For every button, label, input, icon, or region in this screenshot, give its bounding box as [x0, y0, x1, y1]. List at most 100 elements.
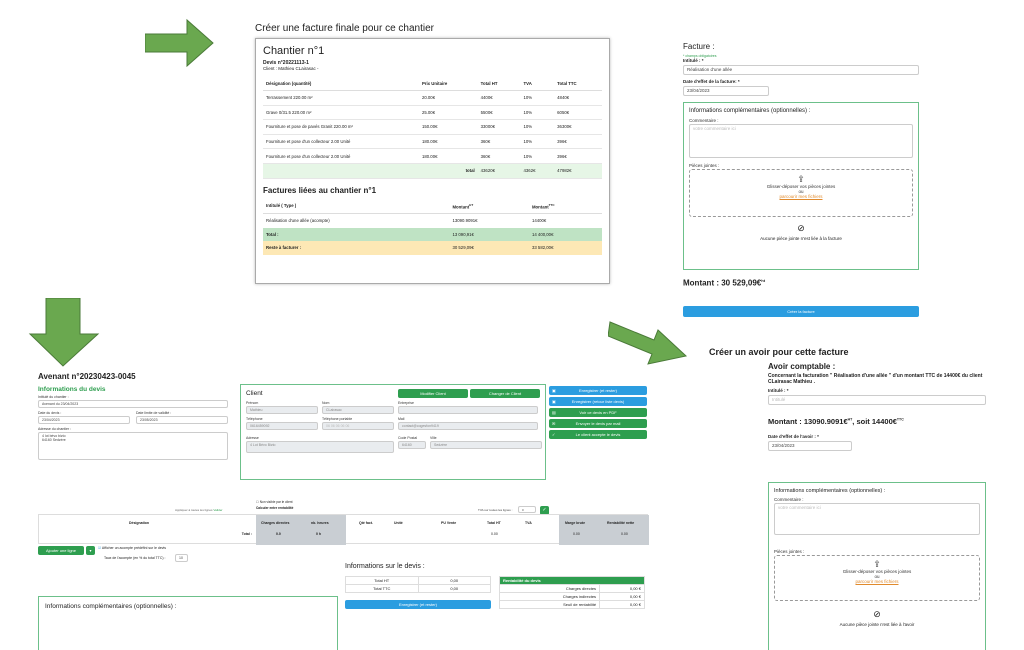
- pdf-label: Voir ce devis en PDF: [579, 410, 617, 415]
- commentaire-textarea[interactable]: votre commentaire ici: [689, 124, 913, 158]
- calc-label: Calculer entre rentabilité: [256, 506, 294, 510]
- avoir-montant-ht: Montant : 13090.9091€: [768, 417, 848, 426]
- save-return-button[interactable]: ▣ Enregistrer (retour liste devis): [549, 397, 647, 406]
- avoir-date-input[interactable]: 23/04/2023: [768, 441, 852, 451]
- code-postal-label: Code Postal: [398, 436, 418, 440]
- add-line-button[interactable]: Ajouter une ligne: [38, 546, 84, 555]
- chantier-card: Chantier n°1 Devis n°20221113-1 Client :…: [255, 38, 610, 284]
- cell: 10%: [520, 134, 555, 150]
- rentabilite-table: Rentabilité du devis Charges directes 0,0…: [498, 576, 645, 609]
- browse-files-link[interactable]: parcourir mes fichiers: [775, 579, 979, 584]
- modifier-client-button[interactable]: Modifier Client: [398, 389, 468, 398]
- sup-ht: ht: [761, 278, 766, 283]
- code-postal-input[interactable]: 64160: [398, 441, 426, 449]
- cell: 5500€: [477, 105, 521, 121]
- total-charges: 0.0: [276, 532, 281, 536]
- col-rentabilite-nette: Rentabilité nette: [607, 521, 635, 525]
- total-marge: 0.00: [573, 532, 580, 536]
- telephone-input[interactable]: 0616459092: [246, 422, 318, 430]
- avoir-montant-ttc: , soit 14400€: [852, 417, 897, 426]
- ville-input[interactable]: Sedzère: [430, 441, 542, 449]
- cell: 20.00€: [418, 90, 478, 106]
- no-attachment-text: Aucune pièce jointe n'est liée à l'avoir: [839, 622, 915, 627]
- date-effet-input[interactable]: 23/04/2023: [683, 86, 769, 96]
- total-ttc-value: 47982€: [554, 163, 602, 179]
- acompte-check-label: Afficher un acompte prédéfini sur le dev…: [101, 546, 167, 550]
- table-row: Charges directes 0,00 €: [498, 584, 645, 593]
- no-attachment-icon: ⊘: [797, 223, 805, 233]
- browse-files-link[interactable]: parcourir mes fichiers: [690, 194, 912, 199]
- adresse-chantier-textarea[interactable]: 4 lot bévo bizto 64160 Sedzère: [38, 432, 228, 460]
- facture-montant: Montant : 30 529,09€ht: [683, 278, 919, 288]
- table-row: Total HT 0,00: [345, 576, 491, 585]
- upload-icon: ⇪: [797, 174, 805, 184]
- send-mail-button[interactable]: ✉ Envoyer le devis par mail: [549, 419, 647, 428]
- date-devis-input[interactable]: 23/04/2023: [38, 416, 130, 424]
- avoir-comment-textarea[interactable]: votre commentaire ici: [774, 503, 980, 535]
- portable-input[interactable]: 06 06 06 06 06: [322, 422, 394, 430]
- factures-table: Intitulé ( Type ) MontantHT MontantTTC R…: [263, 198, 602, 255]
- apply-all-label: Appliquer à toutes les lignes: [175, 508, 213, 512]
- client-title: Client: [246, 390, 263, 397]
- devis-actions: ▣ Enregistrer (et rester) ▣ Enregistrer (r…: [549, 386, 647, 439]
- sup-ttc: TTC: [548, 202, 555, 207]
- info-compl-title: Informations complémentaires (optionnell…: [689, 108, 811, 114]
- infos-devis-title: Informations sur le devis :: [345, 563, 425, 570]
- date-limite-input[interactable]: 23/05/2023: [136, 416, 228, 424]
- table-row: Réalisation d'une allée (acompte) 13090.9…: [263, 213, 602, 227]
- lines-table: Désignation Total : Charges directes nb.…: [38, 514, 649, 545]
- entreprise-input[interactable]: [398, 406, 538, 414]
- nom-input[interactable]: CLairasac: [322, 406, 394, 414]
- cell: 13090.9091€: [452, 218, 478, 224]
- col-montant-ttc-label: Montant: [531, 203, 549, 209]
- valider-link[interactable]: Valider: [213, 508, 222, 512]
- cell: 10%: [520, 105, 555, 121]
- total-ht-cell: 0,00: [417, 576, 491, 585]
- factures-total-row: Total :13 090,91€ 14 400,00€: [263, 227, 602, 242]
- cell: 13 090,91€: [449, 227, 529, 242]
- table-row: Fourniture et pose d'un collecteur 2.00 …: [263, 148, 602, 164]
- accept-devis-button[interactable]: ✓ Le client accepte le devis: [549, 430, 647, 439]
- save-stay-button[interactable]: ▣ Enregistrer (et rester): [549, 386, 647, 395]
- adresse-input[interactable]: 4 Lot Bévo Bizto: [246, 441, 394, 453]
- pdf-button[interactable]: ▤ Voir ce devis en PDF: [549, 408, 647, 417]
- avoir-panel: Avoir comptable : Concernant la facturat…: [768, 362, 986, 459]
- devis-form: Intitulé du chantier : Avenant du 23/04/…: [38, 395, 228, 460]
- cell: 10%: [520, 119, 555, 135]
- col-intitule: Intitulé ( Type ): [263, 198, 450, 214]
- acompte-rate-input[interactable]: 10: [175, 554, 188, 562]
- avoir-dropzone[interactable]: ⇪ Glisser-déposer vos pièces jointes ou …: [774, 555, 980, 601]
- mail-icon: ✉: [552, 421, 556, 426]
- non-visible-check[interactable]: ☐ Non visible par le client: [256, 500, 293, 504]
- cell: 150.00€: [418, 119, 478, 135]
- acompte-checkbox[interactable]: ☑ Afficher un acompte prédéfini sur le d…: [98, 546, 166, 550]
- cell: 180.00€: [418, 134, 478, 150]
- intitule-chantier-input[interactable]: Avenant du 23/04/2023: [38, 400, 228, 408]
- col-montant-ttc: MontantTTC: [528, 198, 602, 214]
- arrow-right-top: [145, 18, 214, 68]
- avoir-montant: Montant : 13090.9091€HT, soit 14400€TTC: [768, 417, 986, 426]
- send-mail-label: Envoyer le devis par mail: [575, 421, 621, 426]
- cell: 14 400,00€: [528, 227, 602, 242]
- changer-client-button[interactable]: Changer de Client: [470, 389, 540, 398]
- date-limite-label: Date limite de validité :: [136, 411, 172, 415]
- prenom-input[interactable]: Mathieu: [246, 406, 318, 414]
- client-name: Client : Mathieu CLairasac -: [263, 66, 319, 71]
- adresse-chantier-label: Adresse du chantier :: [38, 427, 72, 431]
- save-stay-bottom-button[interactable]: Enregistrer (et rester): [345, 600, 491, 609]
- intitule-input[interactable]: Réalisation d'une allée: [683, 65, 919, 75]
- cell: 33 582,00€: [528, 241, 602, 255]
- add-line-dropdown[interactable]: ▾: [86, 546, 95, 555]
- cell: 360€: [477, 134, 521, 150]
- dropzone[interactable]: ⇪ Glisser-déposer vos pièces jointes ou …: [689, 169, 913, 217]
- cell: Terrassement 220.00 m²: [263, 90, 419, 106]
- prenom-label: Prénom: [246, 401, 259, 405]
- info-compl-title: Informations complémentaires (optionnell…: [45, 603, 177, 610]
- cell: Réalisation d'une allée (acompte): [266, 218, 330, 224]
- avoir-intitule-input[interactable]: Intitulé: [768, 395, 986, 405]
- tva-all-input[interactable]: 0: [518, 506, 536, 513]
- cell: 396€: [554, 148, 602, 164]
- create-facture-button[interactable]: Créer la facture: [683, 305, 919, 317]
- cell: 396€: [554, 134, 602, 150]
- mail-input[interactable]: contact@cogesfon9419: [398, 422, 538, 430]
